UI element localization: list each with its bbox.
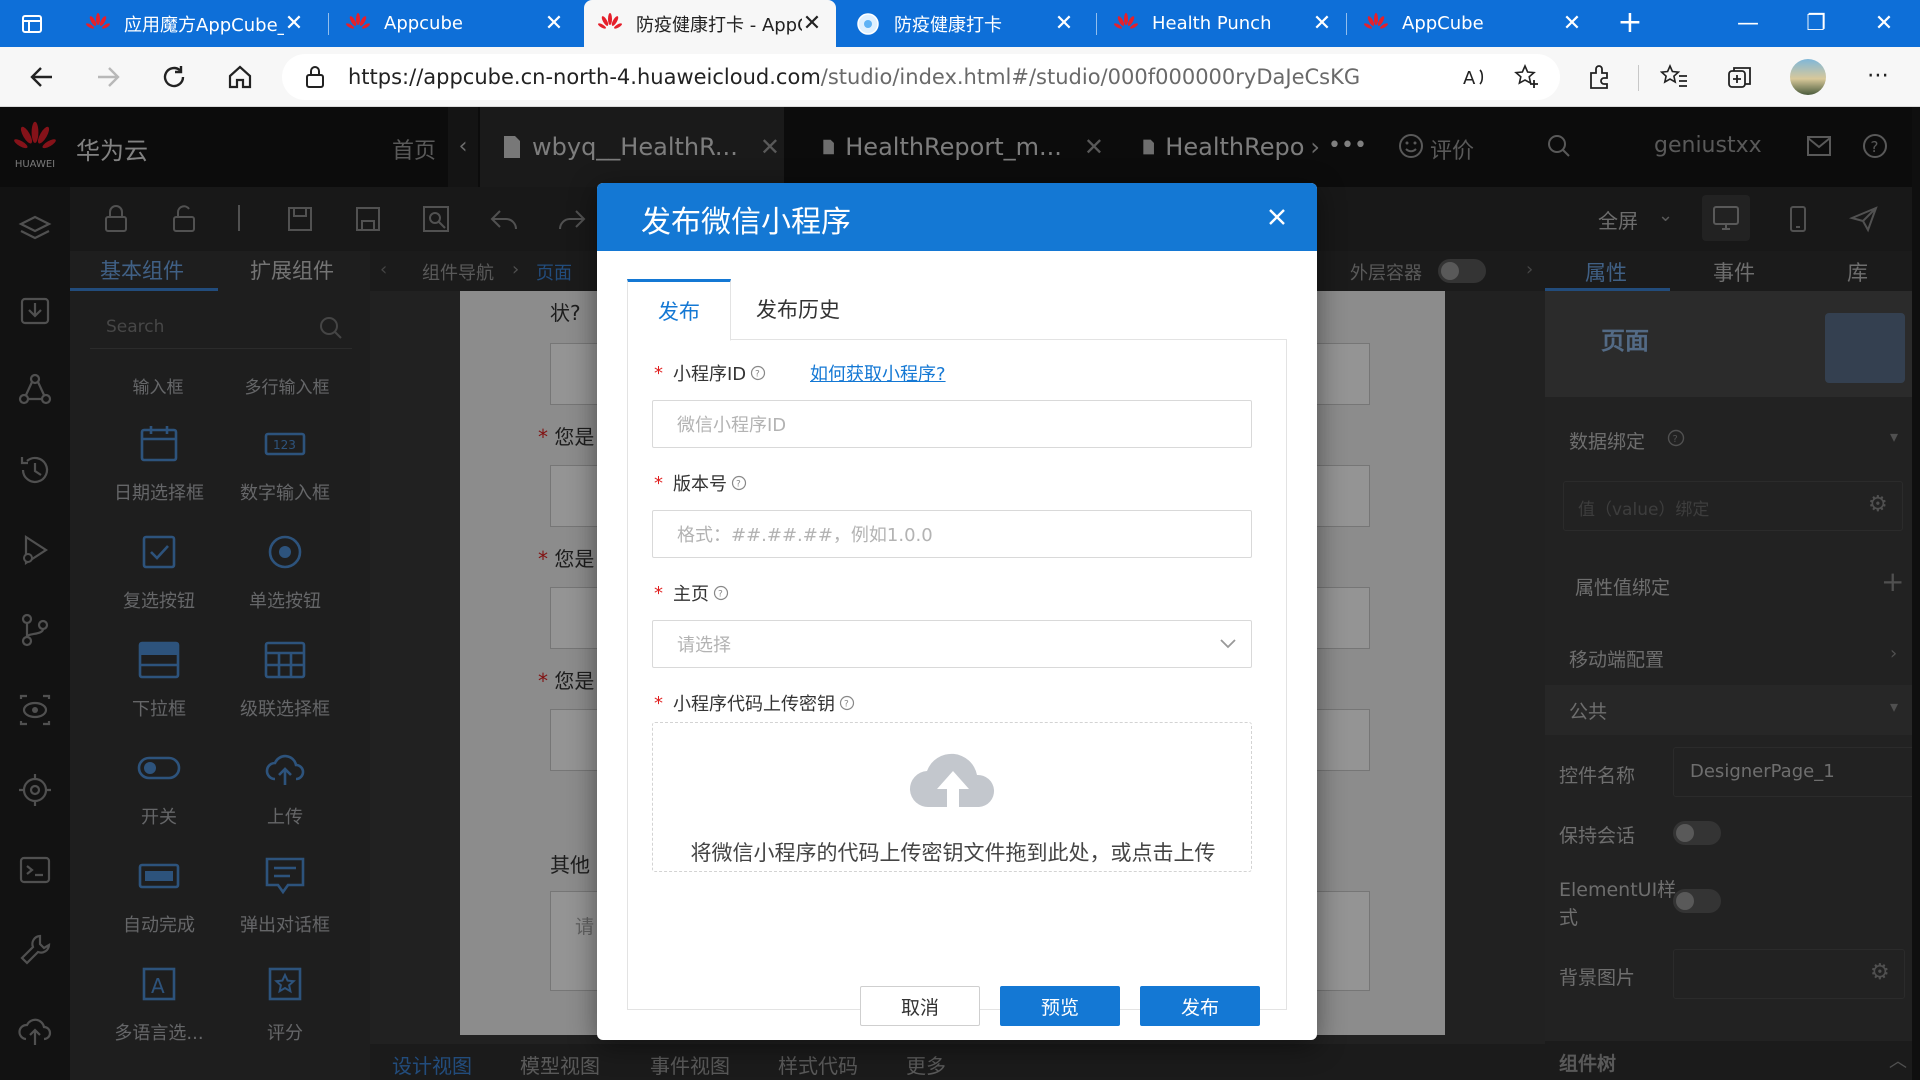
browser-tab[interactable]: Appcube ✕: [332, 0, 578, 47]
version-input[interactable]: 格式：##.##.##，例如1.0.0: [652, 510, 1252, 558]
chevron-down-icon: [1220, 639, 1236, 649]
help-icon[interactable]: ?: [731, 475, 747, 491]
add-favorite-icon[interactable]: [1514, 64, 1540, 90]
preview-button[interactable]: 预览: [1000, 986, 1120, 1026]
browser-tab-active[interactable]: 防疫健康打卡 - AppCube ✕: [584, 0, 836, 47]
collections-icon[interactable]: [1726, 64, 1754, 90]
close-tab-icon[interactable]: ✕: [1312, 11, 1332, 36]
back-button[interactable]: [20, 57, 64, 97]
huawei-logo-icon: [346, 12, 370, 29]
url-path: /studio/index.html#/studio/000f000000ryD…: [820, 65, 1361, 89]
url-host: https://appcube.cn-north-4.huaweicloud.c…: [348, 65, 821, 89]
svg-text:?: ?: [718, 590, 723, 600]
home-page-label-text: 主页: [673, 584, 709, 605]
minimize-button[interactable]: —: [1714, 0, 1782, 47]
home-button[interactable]: [218, 57, 262, 97]
svg-text:A: A: [1463, 68, 1476, 89]
tab-label: AppCube: [1402, 13, 1484, 34]
profile-avatar[interactable]: [1790, 59, 1826, 95]
close-tab-icon[interactable]: ✕: [802, 11, 822, 36]
help-icon[interactable]: ?: [713, 585, 729, 601]
version-label: * 版本号 ?: [654, 470, 747, 496]
home-page-label: * 主页 ?: [654, 580, 729, 606]
help-icon[interactable]: ?: [839, 695, 855, 711]
browser-tab[interactable]: 应用魔方AppCube_ ✕: [72, 0, 318, 47]
upload-hint: 将微信小程序的代码上传密钥文件拖到此处，或点击上传: [690, 841, 1216, 865]
extensions-icon[interactable]: [1586, 64, 1612, 90]
tab-actions-icon[interactable]: [20, 12, 44, 36]
dialog-header: 发布微信小程序: [597, 183, 1317, 251]
refresh-icon: [163, 66, 185, 88]
forward-button[interactable]: [86, 57, 130, 97]
close-tab-icon[interactable]: ✕: [1562, 11, 1582, 36]
required-mark: *: [654, 582, 663, 604]
browser-tab[interactable]: AppCube ✕: [1350, 0, 1596, 47]
publish-wechat-dialog: 发布微信小程序 发布 发布历史 * 小程序ID ? 如何获取小程序? 微信小程序…: [597, 183, 1317, 1040]
read-aloud-icon[interactable]: A: [1462, 64, 1488, 90]
browser-tab[interactable]: 防疫健康打卡 ✕: [842, 0, 1088, 47]
globe-icon: [857, 12, 879, 35]
huawei-logo-icon: [1364, 12, 1388, 29]
close-icon[interactable]: [1261, 201, 1293, 233]
home-page-select[interactable]: 请选择: [652, 620, 1252, 668]
close-tab-icon[interactable]: ✕: [544, 11, 564, 36]
svg-text:?: ?: [736, 480, 741, 490]
close-tab-icon[interactable]: ✕: [1054, 11, 1074, 36]
close-window-button[interactable]: ✕: [1850, 0, 1918, 47]
svg-text:?: ?: [755, 370, 760, 380]
dialog-title: 发布微信小程序: [641, 205, 851, 240]
upload-drop-zone[interactable]: 将微信小程序的代码上传密钥文件拖到此处，或点击上传: [652, 722, 1252, 872]
tab-publish-history[interactable]: 发布历史: [731, 279, 865, 339]
tab-label: 应用魔方AppCube_: [124, 14, 284, 36]
cancel-button[interactable]: 取消: [860, 986, 980, 1026]
address-bar[interactable]: https://appcube.cn-north-4.huaweicloud.c…: [282, 54, 1560, 100]
huawei-logo-icon: [598, 12, 622, 29]
tab-label: Appcube: [384, 13, 463, 34]
required-mark: *: [654, 362, 663, 384]
back-arrow-icon: [30, 67, 52, 87]
tab-label: 防疫健康打卡 - AppCube: [636, 14, 802, 36]
home-icon: [228, 65, 252, 89]
help-icon[interactable]: ?: [750, 365, 766, 381]
version-placeholder: 格式：##.##.##，例如1.0.0: [677, 525, 933, 546]
url-text: https://appcube.cn-north-4.huaweicloud.c…: [348, 65, 1360, 89]
upload-key-label: * 小程序代码上传密钥 ?: [654, 690, 855, 716]
required-mark: *: [654, 692, 663, 714]
close-tab-icon[interactable]: ✕: [284, 11, 304, 36]
upload-key-label-text: 小程序代码上传密钥: [673, 694, 835, 715]
app-id-input[interactable]: 微信小程序ID: [652, 400, 1252, 448]
restore-button[interactable]: ❐: [1782, 0, 1850, 47]
favorites-icon[interactable]: [1660, 64, 1688, 90]
home-page-placeholder: 请选择: [677, 635, 731, 656]
browser-tab-strip: 应用魔方AppCube_ ✕ Appcube ✕ 防疫健康打卡 - AppCub…: [0, 0, 1920, 47]
svg-text:?: ?: [844, 700, 849, 710]
publish-form: * 小程序ID ? 如何获取小程序? 微信小程序ID * 版本号 ? 格式：##…: [627, 340, 1287, 1026]
browser-tab[interactable]: Health Punch ✕: [1100, 0, 1346, 47]
required-mark: *: [654, 472, 663, 494]
huawei-logo-icon: [1114, 12, 1138, 29]
publish-button[interactable]: 发布: [1140, 986, 1260, 1026]
tab-publish[interactable]: 发布: [627, 279, 731, 341]
new-tab-button[interactable]: +: [1612, 6, 1648, 42]
forward-arrow-icon: [98, 67, 120, 87]
app-id-placeholder: 微信小程序ID: [677, 415, 787, 436]
lock-icon[interactable]: [304, 65, 326, 89]
app-id-label: * 小程序ID ?: [654, 360, 766, 386]
how-to-get-app-id-link[interactable]: 如何获取小程序?: [810, 360, 946, 386]
tab-label: Health Punch: [1152, 13, 1272, 34]
huawei-logo-icon: [86, 12, 110, 29]
app-id-label-text: 小程序ID: [673, 364, 747, 385]
more-menu-icon[interactable]: ⋯: [1860, 59, 1896, 95]
cloud-upload-icon: [909, 753, 995, 808]
version-label-text: 版本号: [673, 474, 727, 495]
browser-toolbar: https://appcube.cn-north-4.huaweicloud.c…: [0, 47, 1920, 107]
tab-label: 防疫健康打卡: [894, 14, 1002, 36]
refresh-button[interactable]: [152, 57, 196, 97]
